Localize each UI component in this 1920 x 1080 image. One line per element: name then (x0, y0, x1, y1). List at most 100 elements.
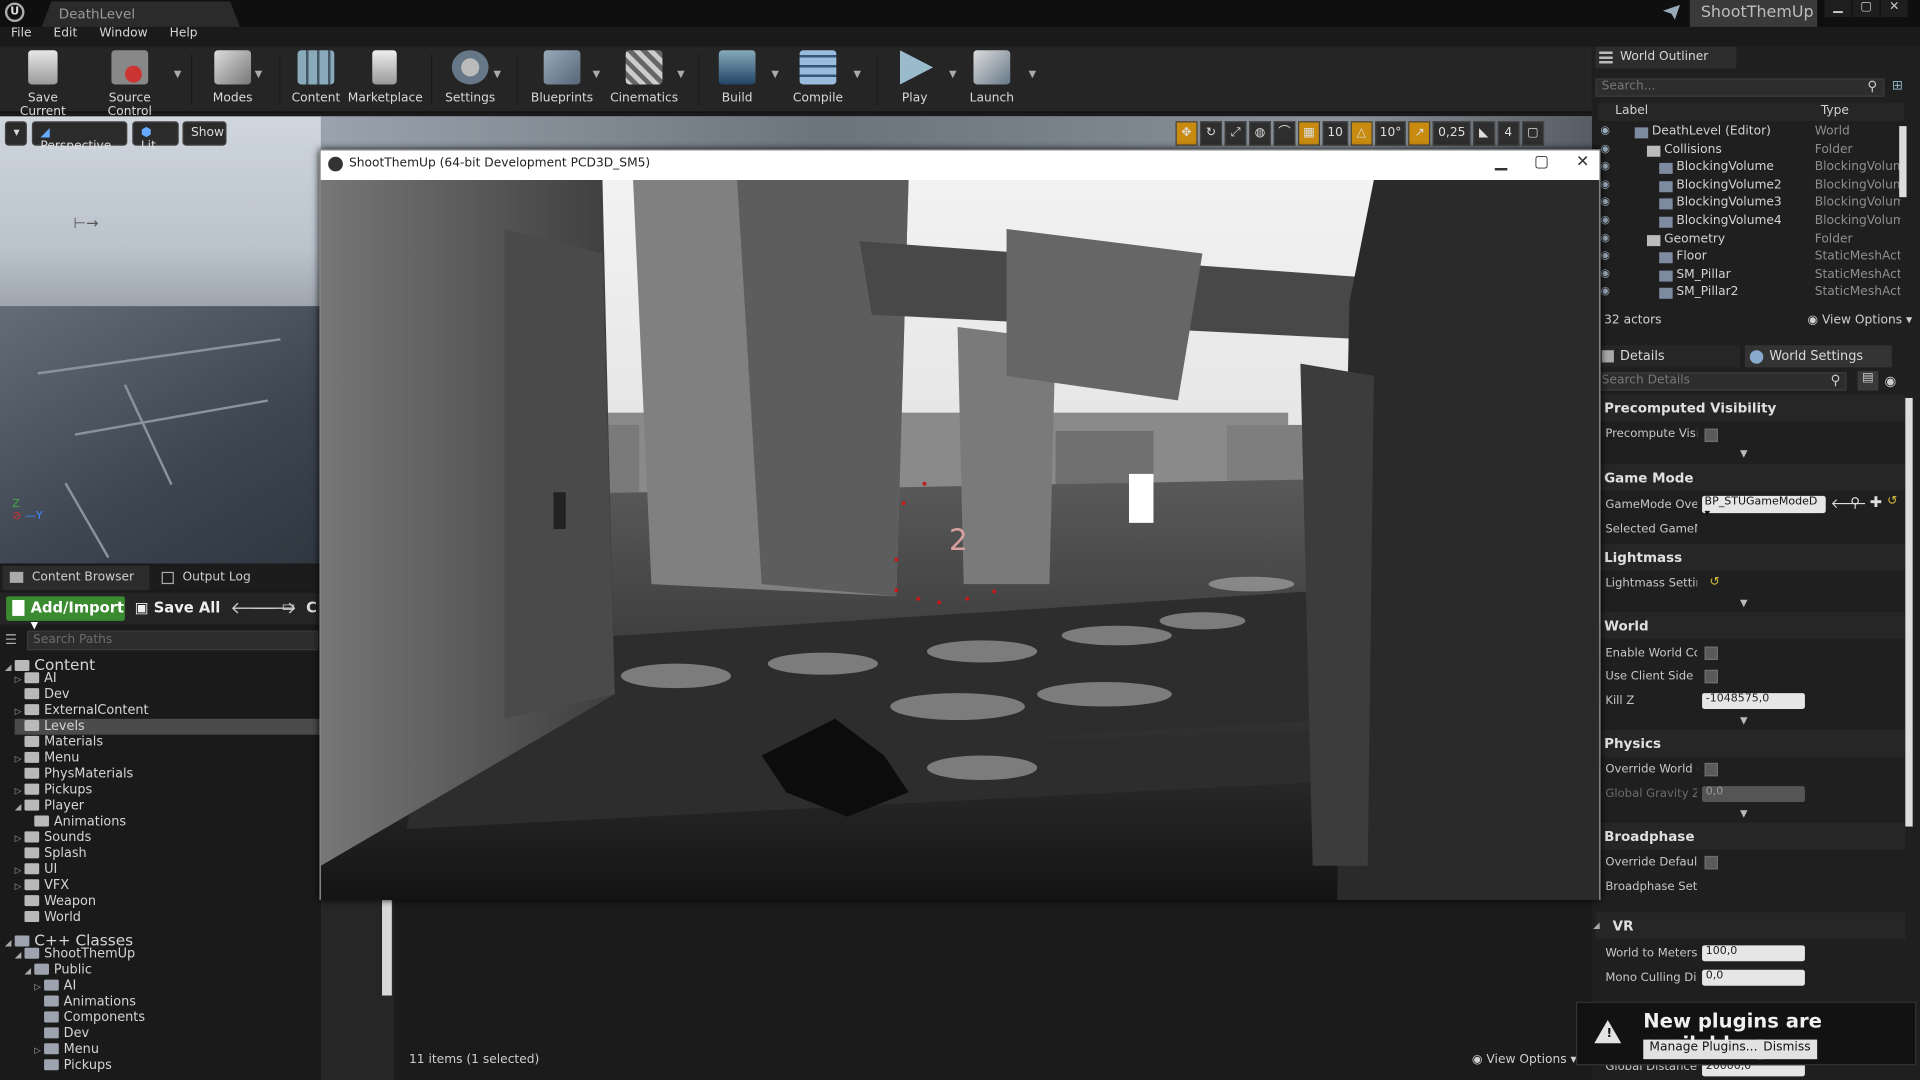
level-tab[interactable]: DeathLevel (41, 1, 241, 27)
tab-output-log[interactable]: Output Log (153, 566, 300, 590)
camera-speed-value[interactable]: 4 (1497, 121, 1520, 146)
add-icon[interactable]: ✚ (1870, 493, 1882, 510)
tree-folder-item[interactable]: Dev (34, 1026, 89, 1042)
visibility-eye-icon[interactable]: ◉ (1600, 143, 1610, 155)
collapsed-arrow-icon[interactable]: ▷ (15, 707, 25, 717)
launch-button[interactable]: Launch (965, 50, 1019, 111)
expand-advanced-icon[interactable]: ▼ (1740, 715, 1748, 726)
tree-folder-item[interactable]: ◢ Public (24, 962, 91, 978)
tree-folder-item[interactable]: ▷ Pickups (15, 782, 93, 798)
close-button[interactable]: ✕ (1880, 0, 1908, 18)
tree-folder-item[interactable]: Dev (15, 687, 70, 703)
marketplace-button[interactable]: Marketplace (348, 50, 423, 111)
outliner-row[interactable]: ◉ SM_Pillar StaticMeshActo (1598, 268, 1904, 286)
save-all-button[interactable]: ▣ Save All (135, 599, 221, 616)
tree-folder-item[interactable]: Animations (24, 814, 126, 830)
folder-tree-scrollbar[interactable] (382, 900, 392, 996)
outliner-row[interactable]: ◉ Geometry Folder (1598, 232, 1904, 250)
maximize-button[interactable]: ▢ (1852, 0, 1880, 18)
tree-folder-item[interactable]: Components (34, 1010, 145, 1026)
visibility-eye-icon[interactable]: ◉ (1600, 286, 1610, 298)
use-client-side-checkbox[interactable] (1704, 669, 1718, 684)
eye-icon[interactable]: ◉ (1885, 373, 1897, 389)
visibility-eye-icon[interactable]: ◉ (1600, 268, 1610, 280)
category-broadphase[interactable]: Broadphase (1595, 822, 1906, 850)
kill-z-field[interactable]: -1048575,0 (1702, 693, 1805, 709)
search-paths-input[interactable]: Search Paths (26, 630, 319, 651)
outliner-view-options-button[interactable]: ◉ View Options ▾ (1807, 313, 1912, 326)
scale-snap-value[interactable]: 0,25 (1433, 121, 1471, 146)
visibility-eye-icon[interactable]: ◉ (1600, 179, 1610, 191)
folder-icon[interactable]: ▭ (282, 598, 296, 615)
enable-world-composition-checkbox[interactable] (1704, 646, 1718, 661)
category-precomputed-visibility[interactable]: Precomputed Visibility (1595, 394, 1906, 422)
maximize-viewport-icon[interactable]: ▢ (1521, 121, 1544, 146)
chevron-down-icon[interactable]: ▼ (593, 69, 601, 80)
chevron-down-icon[interactable]: ▼ (853, 69, 861, 80)
outliner-scrollbar[interactable] (1899, 126, 1907, 198)
build-button[interactable]: Build (710, 50, 764, 111)
tree-root-content[interactable]: ◢ Content (5, 655, 95, 673)
tree-folder-item[interactable]: ▷ ExternalContent (15, 703, 149, 719)
browse-icon[interactable]: ⚲ (1850, 495, 1860, 511)
outliner-options-icon[interactable]: ⊞ (1892, 77, 1903, 93)
source-control-button[interactable]: Source Control (86, 50, 174, 119)
rotation-snap-value[interactable]: 10° (1374, 121, 1407, 146)
outliner-row[interactable]: ◉ Collisions Folder (1598, 143, 1904, 161)
game-scene[interactable]: 2 (320, 180, 1600, 901)
world-to-meters-field[interactable]: 100,0 (1702, 945, 1805, 962)
dismiss-button[interactable]: Dismiss (1757, 1039, 1817, 1060)
game-window[interactable]: ShootThemUp (64-bit Development PCD3D_SM… (319, 149, 1601, 901)
details-scrollbar[interactable] (1905, 397, 1913, 827)
reset-icon[interactable]: ↺ (1709, 576, 1719, 589)
tree-folder-item[interactable]: ▷ AI (15, 671, 57, 687)
perspective-button[interactable]: ◢ Perspective (31, 121, 128, 153)
maximize-button[interactable]: ▢ (1534, 153, 1549, 171)
lit-button[interactable]: ⬢ Lit (132, 121, 179, 153)
override-world-gravity-checkbox[interactable] (1704, 762, 1718, 777)
outliner-row[interactable]: ◉ BlockingVolume3 BlockingVolum (1598, 196, 1904, 214)
collapsed-arrow-icon[interactable]: ▷ (15, 786, 25, 796)
collapsed-arrow-icon[interactable]: ▷ (34, 982, 44, 992)
rotation-snap-icon[interactable]: △ (1350, 121, 1373, 146)
tree-folder-item[interactable]: Levels (14, 718, 321, 735)
mono-culling-distance-field[interactable]: 0,0 (1702, 969, 1805, 986)
collapse-arrow-icon[interactable]: ◢ (1593, 921, 1600, 931)
chevron-down-icon[interactable]: ▼ (677, 69, 685, 80)
tree-folder-item[interactable]: ◢ Player (15, 798, 84, 814)
tab-content-browser[interactable]: Content Browser (2, 565, 150, 591)
chevron-down-icon[interactable]: ▼ (493, 69, 501, 80)
expanded-arrow-icon[interactable]: ◢ (15, 950, 25, 960)
tree-folder-item[interactable]: Weapon (15, 894, 96, 910)
expand-advanced-icon[interactable]: ▼ (1740, 808, 1748, 819)
content-button[interactable]: Content (289, 50, 343, 111)
scale-snap-icon[interactable]: ↗ (1408, 121, 1431, 146)
viewport-menu-button[interactable]: ▾ (4, 121, 27, 146)
collapsed-arrow-icon[interactable]: ▷ (15, 882, 25, 892)
tree-root-c-classes[interactable]: ◢ C++ Classes (5, 931, 133, 949)
collapsed-arrow-icon[interactable]: ▷ (34, 1046, 44, 1056)
modes-button[interactable]: Modes (206, 50, 260, 111)
show-button[interactable]: Show (182, 121, 227, 146)
expand-advanced-icon[interactable]: ▼ (1740, 598, 1748, 609)
expand-advanced-icon[interactable]: ▼ (1740, 448, 1748, 459)
tree-folder-item[interactable]: ▷ UI (15, 862, 58, 878)
type-column-header[interactable]: Type (1821, 104, 1849, 117)
asset-view-options-button[interactable]: ◉ View Options ▾ (1472, 1053, 1577, 1066)
category-physics[interactable]: Physics (1595, 729, 1906, 757)
tree-folder-item[interactable]: PhysMaterials (15, 767, 134, 783)
grid-snap-icon[interactable]: ▦ (1297, 121, 1321, 146)
chevron-down-icon[interactable]: ▼ (771, 69, 779, 80)
expanded-arrow-icon[interactable]: ◢ (5, 662, 15, 672)
play-button[interactable]: Play (889, 50, 940, 111)
path-breadcrumb[interactable]: C (306, 599, 317, 616)
tree-folder-item[interactable]: ◢ ShootThemUp (15, 947, 135, 963)
tree-folder-item[interactable]: Animations (34, 994, 136, 1010)
settings-button[interactable]: Settings (443, 50, 497, 111)
cinematics-button[interactable]: Cinematics (610, 50, 679, 111)
translate-icon[interactable]: ✥ (1175, 121, 1198, 146)
surface-snap-icon[interactable]: ⌒ (1273, 121, 1296, 146)
menu-file[interactable]: File (11, 27, 31, 47)
precompute-visibility-checkbox[interactable] (1704, 428, 1718, 443)
camera-speed-icon[interactable]: ◣ (1472, 121, 1495, 146)
